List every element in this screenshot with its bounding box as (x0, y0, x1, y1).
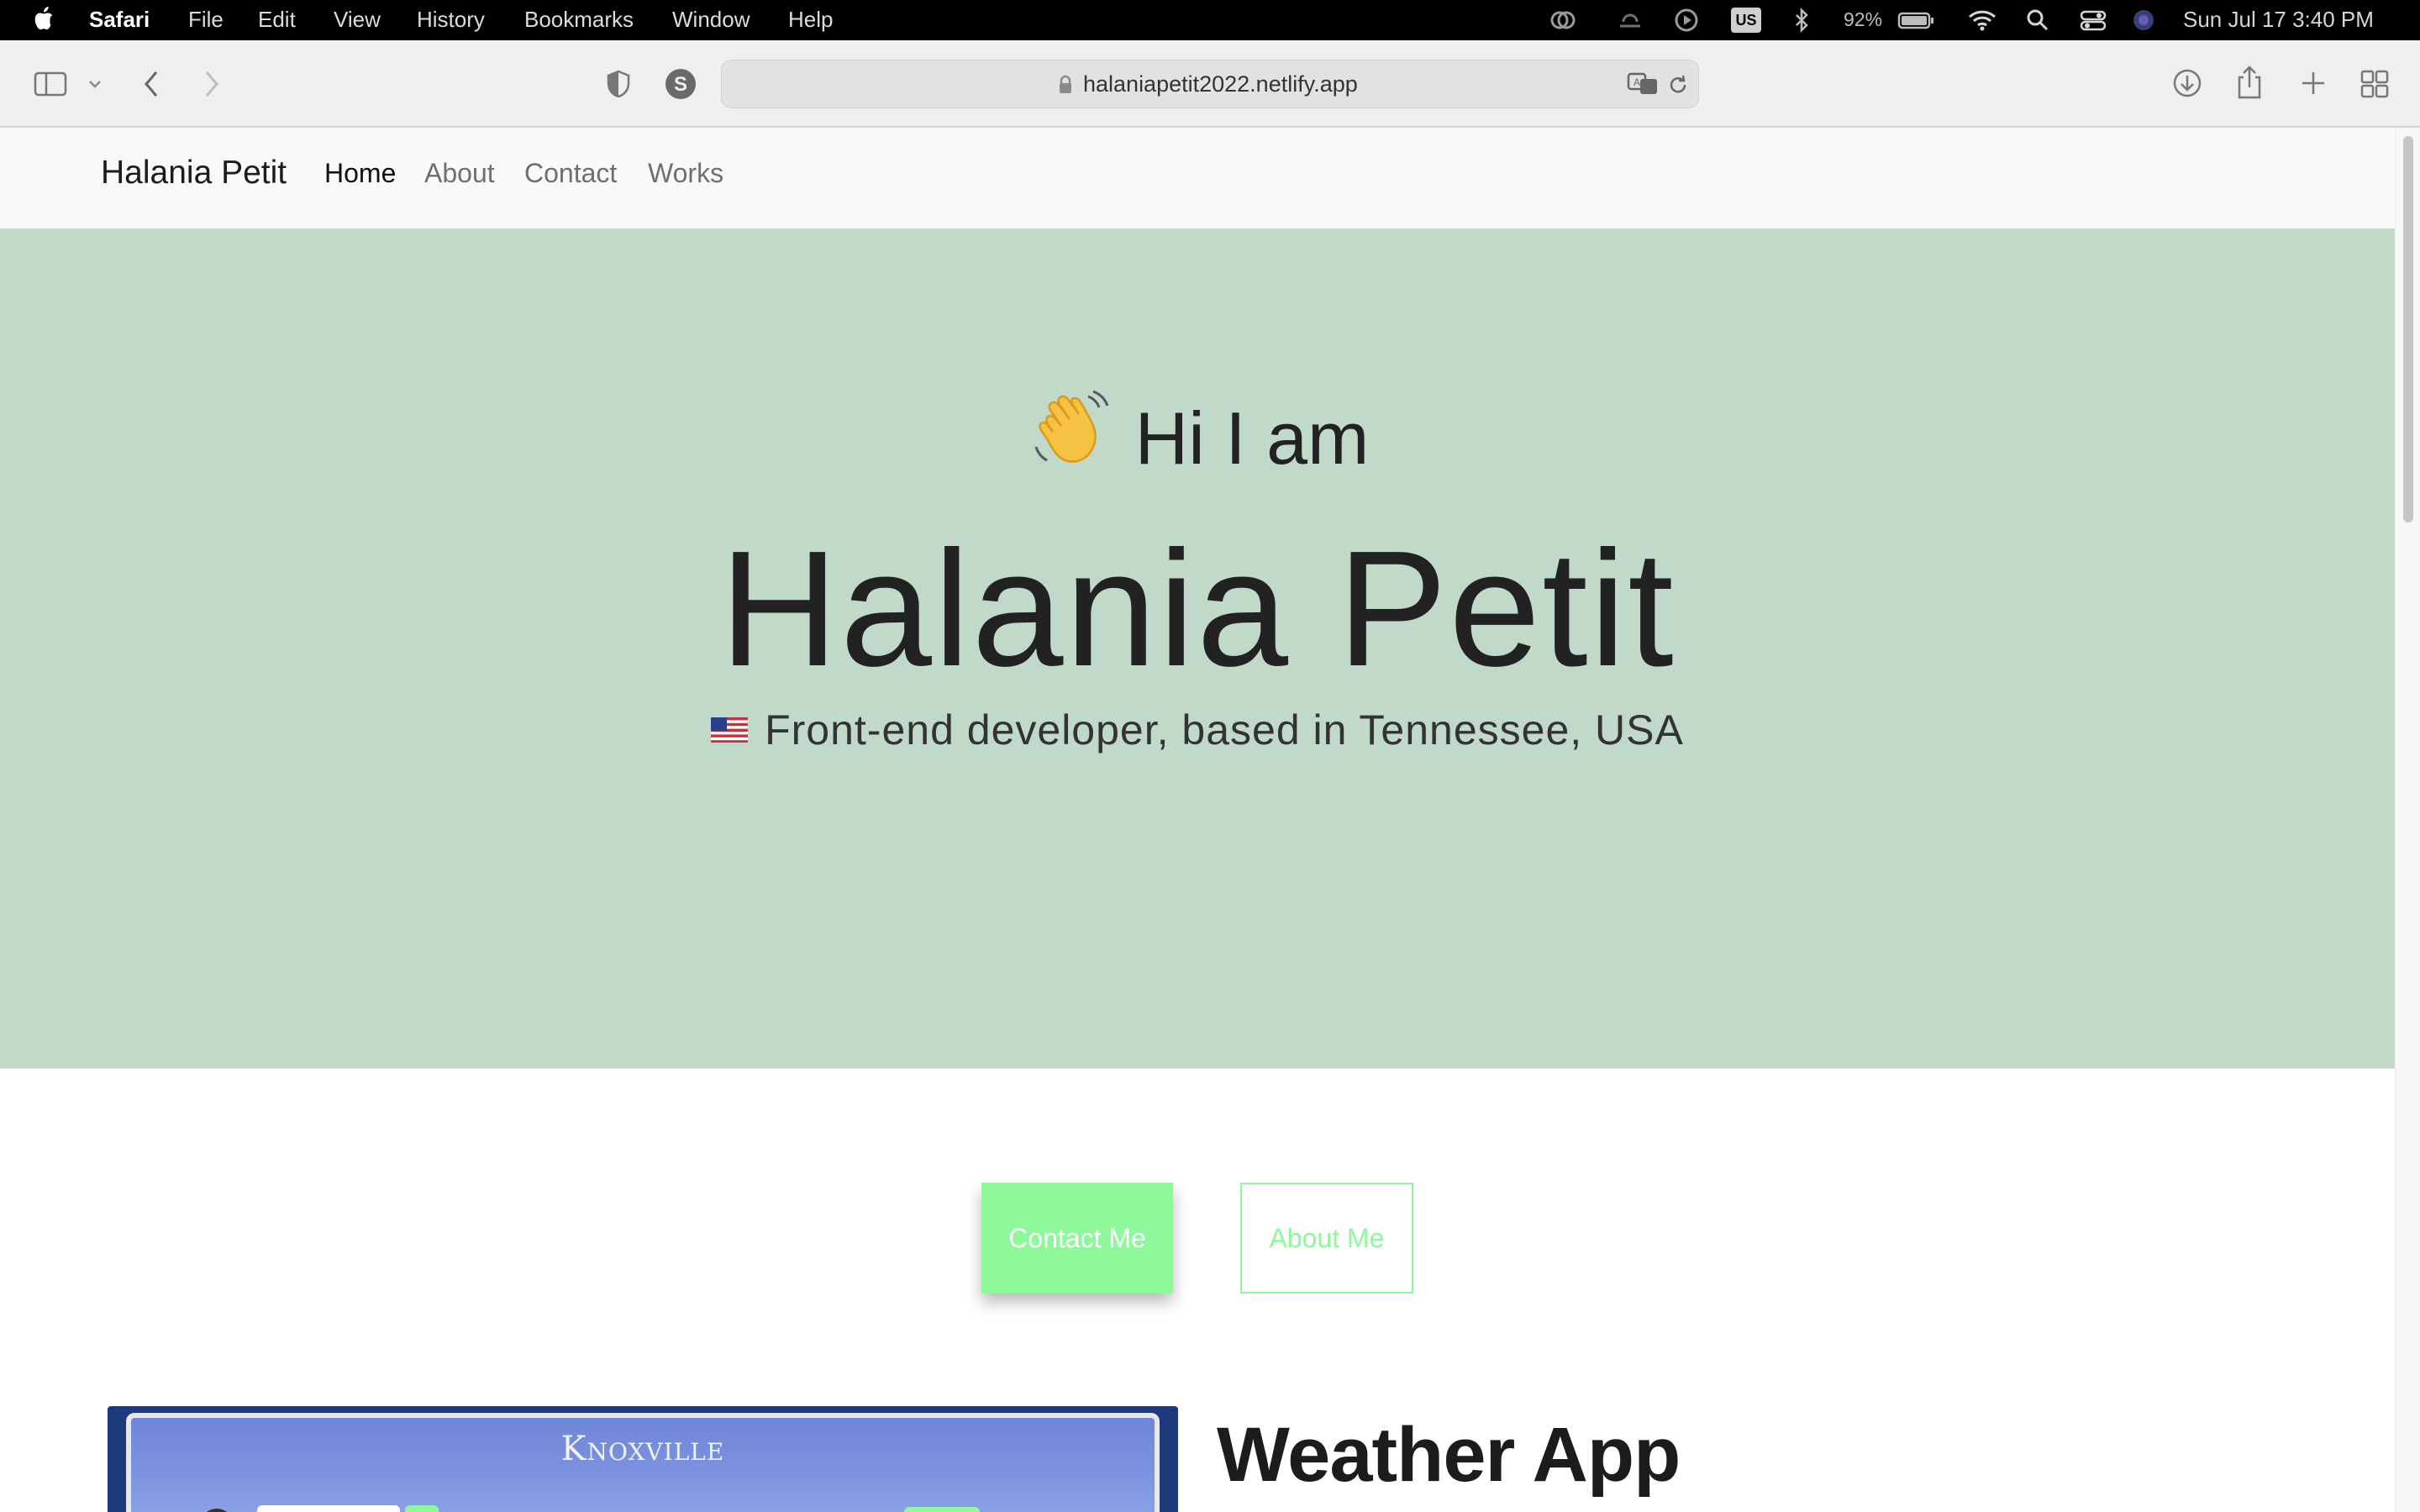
hero-subtitle: Front-end developer, based in Tennessee,… (0, 706, 2395, 754)
new-tab-plus-icon[interactable] (2299, 69, 2328, 97)
web-page: Halania Petit Home About Contact Works H… (0, 128, 2395, 1512)
extension-s-icon[interactable]: S (664, 67, 697, 101)
control-center-icon[interactable] (2079, 8, 2107, 33)
nav-works[interactable]: Works (648, 158, 723, 189)
url-text[interactable]: halaniapetit2022.netlify.app (1083, 60, 1358, 108)
thumbnail-screen: Knoxville (126, 1413, 1160, 1512)
lock-icon (1060, 75, 1071, 93)
share-icon[interactable] (2235, 64, 2264, 101)
about-me-button[interactable]: About Me (1240, 1183, 1413, 1294)
thumbnail-avatar (200, 1509, 234, 1512)
nav-home[interactable]: Home (324, 158, 396, 189)
menu-edit[interactable]: Edit (258, 0, 296, 40)
siri-icon[interactable] (2131, 8, 2156, 33)
scrollbar-thumb[interactable] (2403, 136, 2413, 522)
weather-app-thumbnail[interactable]: Knoxville (108, 1406, 1178, 1512)
menu-view[interactable]: View (334, 0, 381, 40)
hero-greeting: Hi I am (0, 388, 2395, 481)
us-flag-icon (711, 717, 749, 743)
keyboard-input-badge[interactable]: US (1731, 8, 1761, 33)
project-title: Weather App (1217, 1412, 1681, 1498)
site-brand[interactable]: Halania Petit (101, 155, 287, 192)
menu-file[interactable]: File (188, 0, 224, 40)
address-bar[interactable]: halaniapetit2022.netlify.app A (721, 60, 1699, 108)
menu-history[interactable]: History (417, 0, 485, 40)
menu-app-name[interactable]: Safari (89, 0, 150, 40)
hero-name: Halania Petit (719, 517, 1676, 701)
thumbnail-search-button (405, 1505, 439, 1512)
night-shift-icon[interactable] (1615, 8, 1645, 33)
hero-subtitle-text: Front-end developer, based in Tennessee,… (765, 706, 1684, 753)
thumbnail-search-input (257, 1505, 400, 1512)
nav-contact[interactable]: Contact (524, 158, 617, 189)
thumbnail-unit-toggle (904, 1507, 980, 1512)
page-scrollbar[interactable] (2395, 128, 2420, 1512)
menu-bookmarks[interactable]: Bookmarks (524, 0, 634, 40)
back-arrow-icon[interactable] (141, 69, 163, 99)
menubar-clock[interactable]: Sun Jul 17 3:40 PM (2183, 0, 2374, 40)
play-circle-icon[interactable] (1674, 8, 1699, 33)
chevron-down-icon[interactable] (87, 77, 103, 91)
menu-window[interactable]: Window (672, 0, 750, 40)
hero-greeting-text: Hi I am (1134, 396, 1370, 480)
sidebar-toggle-icon[interactable] (34, 71, 69, 97)
spotlight-search-icon[interactable] (2025, 8, 2050, 33)
contact-me-button[interactable]: Contact Me (981, 1183, 1173, 1294)
privacy-shield-icon[interactable] (605, 69, 632, 99)
apple-logo-icon[interactable] (32, 6, 55, 31)
browser-toolbar: S halaniapetit2022.netlify.app A (0, 40, 2420, 128)
tab-overview-icon[interactable] (2360, 69, 2390, 99)
wifi-icon[interactable] (1966, 8, 1998, 33)
macos-menu-bar: Safari File Edit View History Bookmarks … (0, 0, 2420, 40)
site-navbar: Halania Petit Home About Contact Works (0, 128, 2395, 228)
forward-arrow-icon[interactable] (200, 69, 222, 99)
battery-percent: 92% (1844, 8, 1883, 30)
battery-icon[interactable] (1897, 8, 1936, 33)
waving-hand-icon (1034, 390, 1109, 463)
translate-icon[interactable]: A (1626, 71, 1660, 97)
menu-help[interactable]: Help (788, 0, 833, 40)
creative-cloud-icon[interactable] (1548, 8, 1578, 33)
hero-section: Hi I am Halania Petit Front-end develope… (0, 228, 2395, 1068)
reload-icon[interactable] (1666, 72, 1690, 97)
svg-text:A: A (1634, 76, 1640, 88)
downloads-icon[interactable] (2171, 67, 2203, 99)
thumbnail-city-label: Knoxville (560, 1430, 725, 1468)
nav-about[interactable]: About (424, 158, 495, 189)
bluetooth-icon[interactable] (1791, 8, 1812, 33)
svg-text:S: S (674, 73, 687, 96)
